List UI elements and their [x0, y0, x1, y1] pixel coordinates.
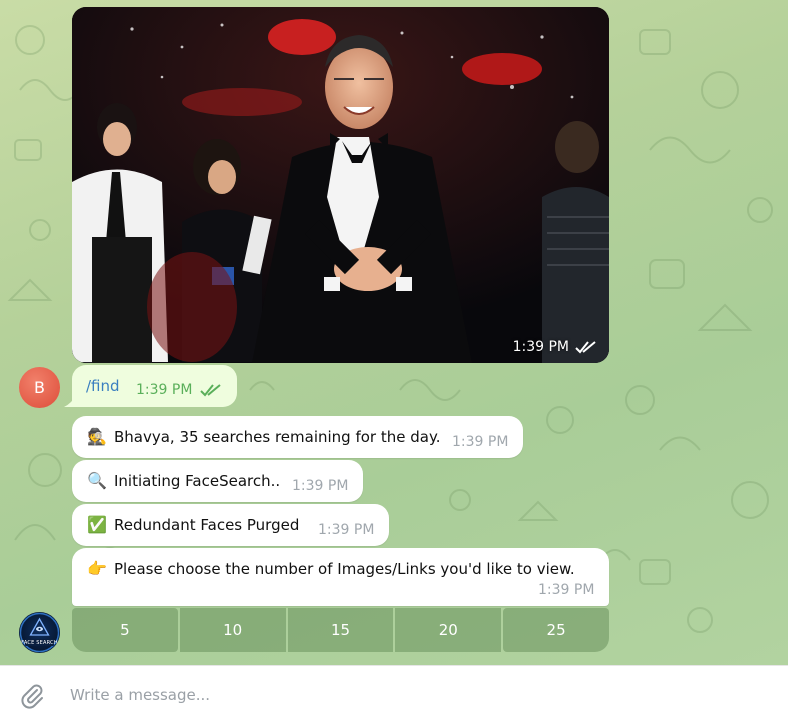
- message-body: Bhavya, 35 searches remaining for the da…: [114, 427, 441, 446]
- message-body: Please choose the number of Images/Links…: [114, 559, 575, 578]
- message-time: 1:39 PM: [452, 434, 509, 450]
- message-body: Redundant Faces Purged: [114, 515, 300, 534]
- command-message[interactable]: /find 1:39 PM: [72, 365, 237, 407]
- keyboard-button-20[interactable]: 20: [395, 608, 502, 652]
- bot-avatar[interactable]: FACE SEARCH: [19, 612, 60, 653]
- pointing-hand-icon: 👉: [87, 559, 107, 578]
- check-mark-icon: ✅: [87, 515, 107, 534]
- command-meta: 1:39 PM: [136, 382, 222, 398]
- keyboard-button-25[interactable]: 25: [503, 608, 609, 652]
- message-input[interactable]: [68, 678, 772, 712]
- chat-area: 1:39 PM B /find 1:39 PM 🕵 Bhavya, 35 sea…: [0, 0, 788, 665]
- user-avatar[interactable]: B: [19, 367, 60, 408]
- user-avatar-initial: B: [34, 378, 45, 397]
- paperclip-icon[interactable]: [18, 681, 46, 709]
- command-time: 1:39 PM: [136, 382, 193, 398]
- bot-message-choose-number[interactable]: 👉 Please choose the number of Images/Lin…: [72, 548, 609, 606]
- keyboard-button-10[interactable]: 10: [179, 608, 286, 652]
- message-text: 🕵 Bhavya, 35 searches remaining for the …: [86, 427, 440, 446]
- double-check-icon: [575, 341, 596, 354]
- message-composer: [0, 665, 788, 723]
- message-time: 1:39 PM: [318, 522, 375, 538]
- bot-message-purged[interactable]: ✅ Redundant Faces Purged 1:39 PM: [72, 504, 389, 546]
- face-search-logo-icon: [19, 612, 60, 653]
- detective-icon: 🕵: [87, 427, 107, 446]
- message-time: 1:39 PM: [538, 582, 595, 598]
- message-time: 1:39 PM: [292, 478, 349, 494]
- magnifier-icon: 🔍: [87, 471, 107, 490]
- bot-avatar-label: FACE SEARCH: [21, 640, 58, 646]
- message-body: Initiating FaceSearch..: [114, 471, 281, 490]
- inline-keyboard: 5 10 15 20 25: [72, 608, 609, 652]
- bot-message-searches-remaining[interactable]: 🕵 Bhavya, 35 searches remaining for the …: [72, 416, 523, 458]
- photo-time-label: 1:39 PM: [512, 339, 569, 355]
- bot-message-initiating[interactable]: 🔍 Initiating FaceSearch.. 1:39 PM: [72, 460, 363, 502]
- command-link[interactable]: /find: [86, 377, 120, 395]
- double-check-icon: [200, 384, 222, 397]
- keyboard-button-5[interactable]: 5: [72, 608, 178, 652]
- event-photo: [72, 7, 609, 363]
- message-text: 🔍 Initiating FaceSearch..: [86, 471, 280, 490]
- photo-message[interactable]: 1:39 PM: [72, 7, 609, 363]
- photo-timestamp: 1:39 PM: [513, 339, 597, 355]
- message-text: ✅ Redundant Faces Purged: [86, 515, 299, 534]
- message-text: 👉 Please choose the number of Images/Lin…: [86, 559, 575, 578]
- keyboard-button-15[interactable]: 15: [287, 608, 394, 652]
